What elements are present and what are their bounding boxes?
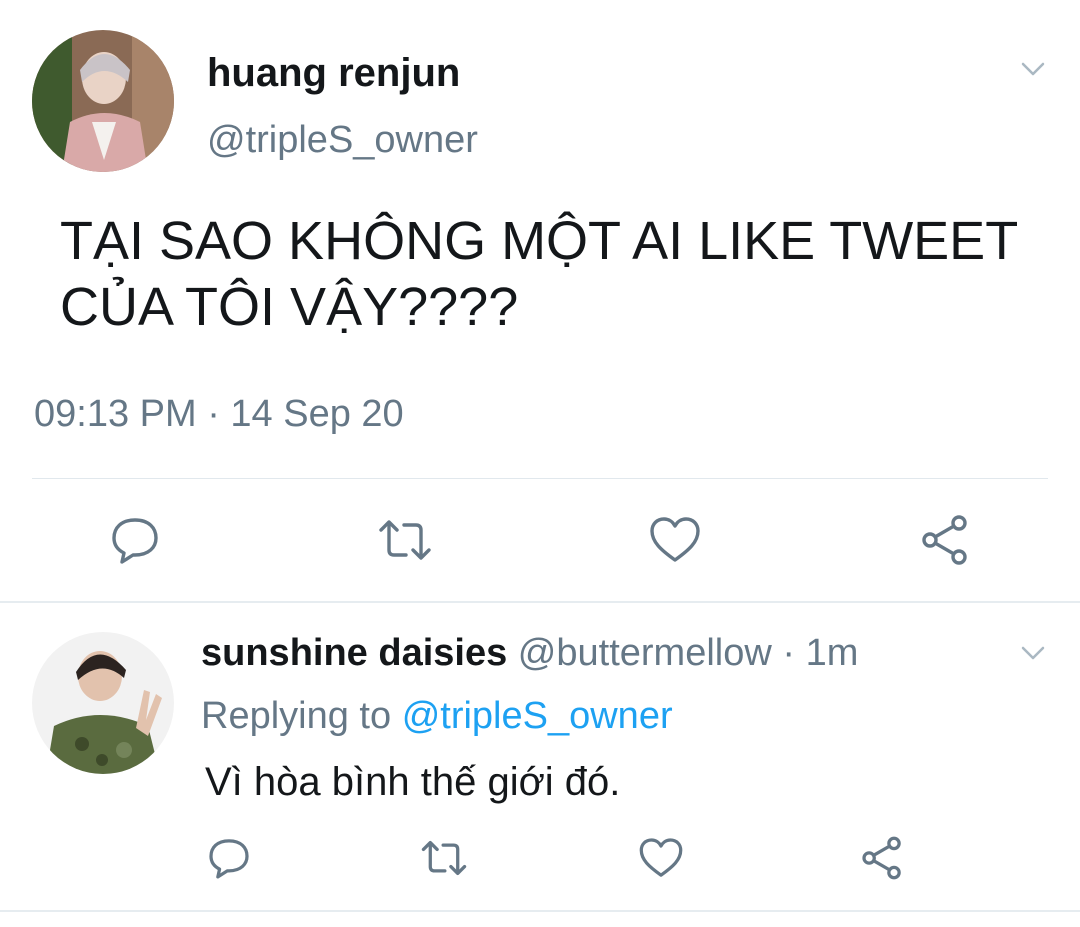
tweet-timestamp[interactable]: 09:13 PM · 14 Sep 20: [34, 393, 404, 436]
retweet-icon[interactable]: [420, 834, 468, 882]
reply-author-avatar[interactable]: [32, 632, 174, 774]
replying-to: Replying to @tripleS_owner: [201, 695, 673, 738]
reply-icon[interactable]: [205, 834, 253, 882]
reply-time[interactable]: 1m: [806, 632, 859, 674]
reply-icon[interactable]: [107, 512, 163, 568]
share-icon[interactable]: [917, 512, 973, 568]
reply-header: sunshine daisies @buttermellow · 1m: [201, 632, 858, 675]
like-icon[interactable]: [647, 512, 703, 568]
divider: [32, 478, 1048, 479]
divider: [0, 601, 1080, 603]
retweet-icon[interactable]: [377, 512, 433, 568]
reply-author-handle[interactable]: @buttermellow: [518, 632, 772, 674]
author-name[interactable]: huang renjun: [207, 51, 460, 96]
separator-dot: ·: [782, 632, 796, 674]
tweet-text: TẠI SAO KHÔNG MỘT AI LIKE TWEET CỦA TÔI …: [60, 211, 1019, 337]
replying-label: Replying to: [201, 695, 392, 737]
author-avatar[interactable]: [32, 30, 174, 172]
share-icon[interactable]: [858, 834, 906, 882]
chevron-down-icon[interactable]: [1020, 640, 1046, 666]
reply-author-name[interactable]: sunshine daisies: [201, 632, 507, 674]
like-icon[interactable]: [637, 834, 685, 882]
replying-mention[interactable]: @tripleS_owner: [402, 695, 673, 737]
chevron-down-icon[interactable]: [1020, 56, 1046, 82]
reply-text: Vì hòa bình thế giới đó.: [205, 760, 621, 804]
divider: [0, 910, 1080, 912]
author-handle[interactable]: @tripleS_owner: [207, 119, 478, 162]
